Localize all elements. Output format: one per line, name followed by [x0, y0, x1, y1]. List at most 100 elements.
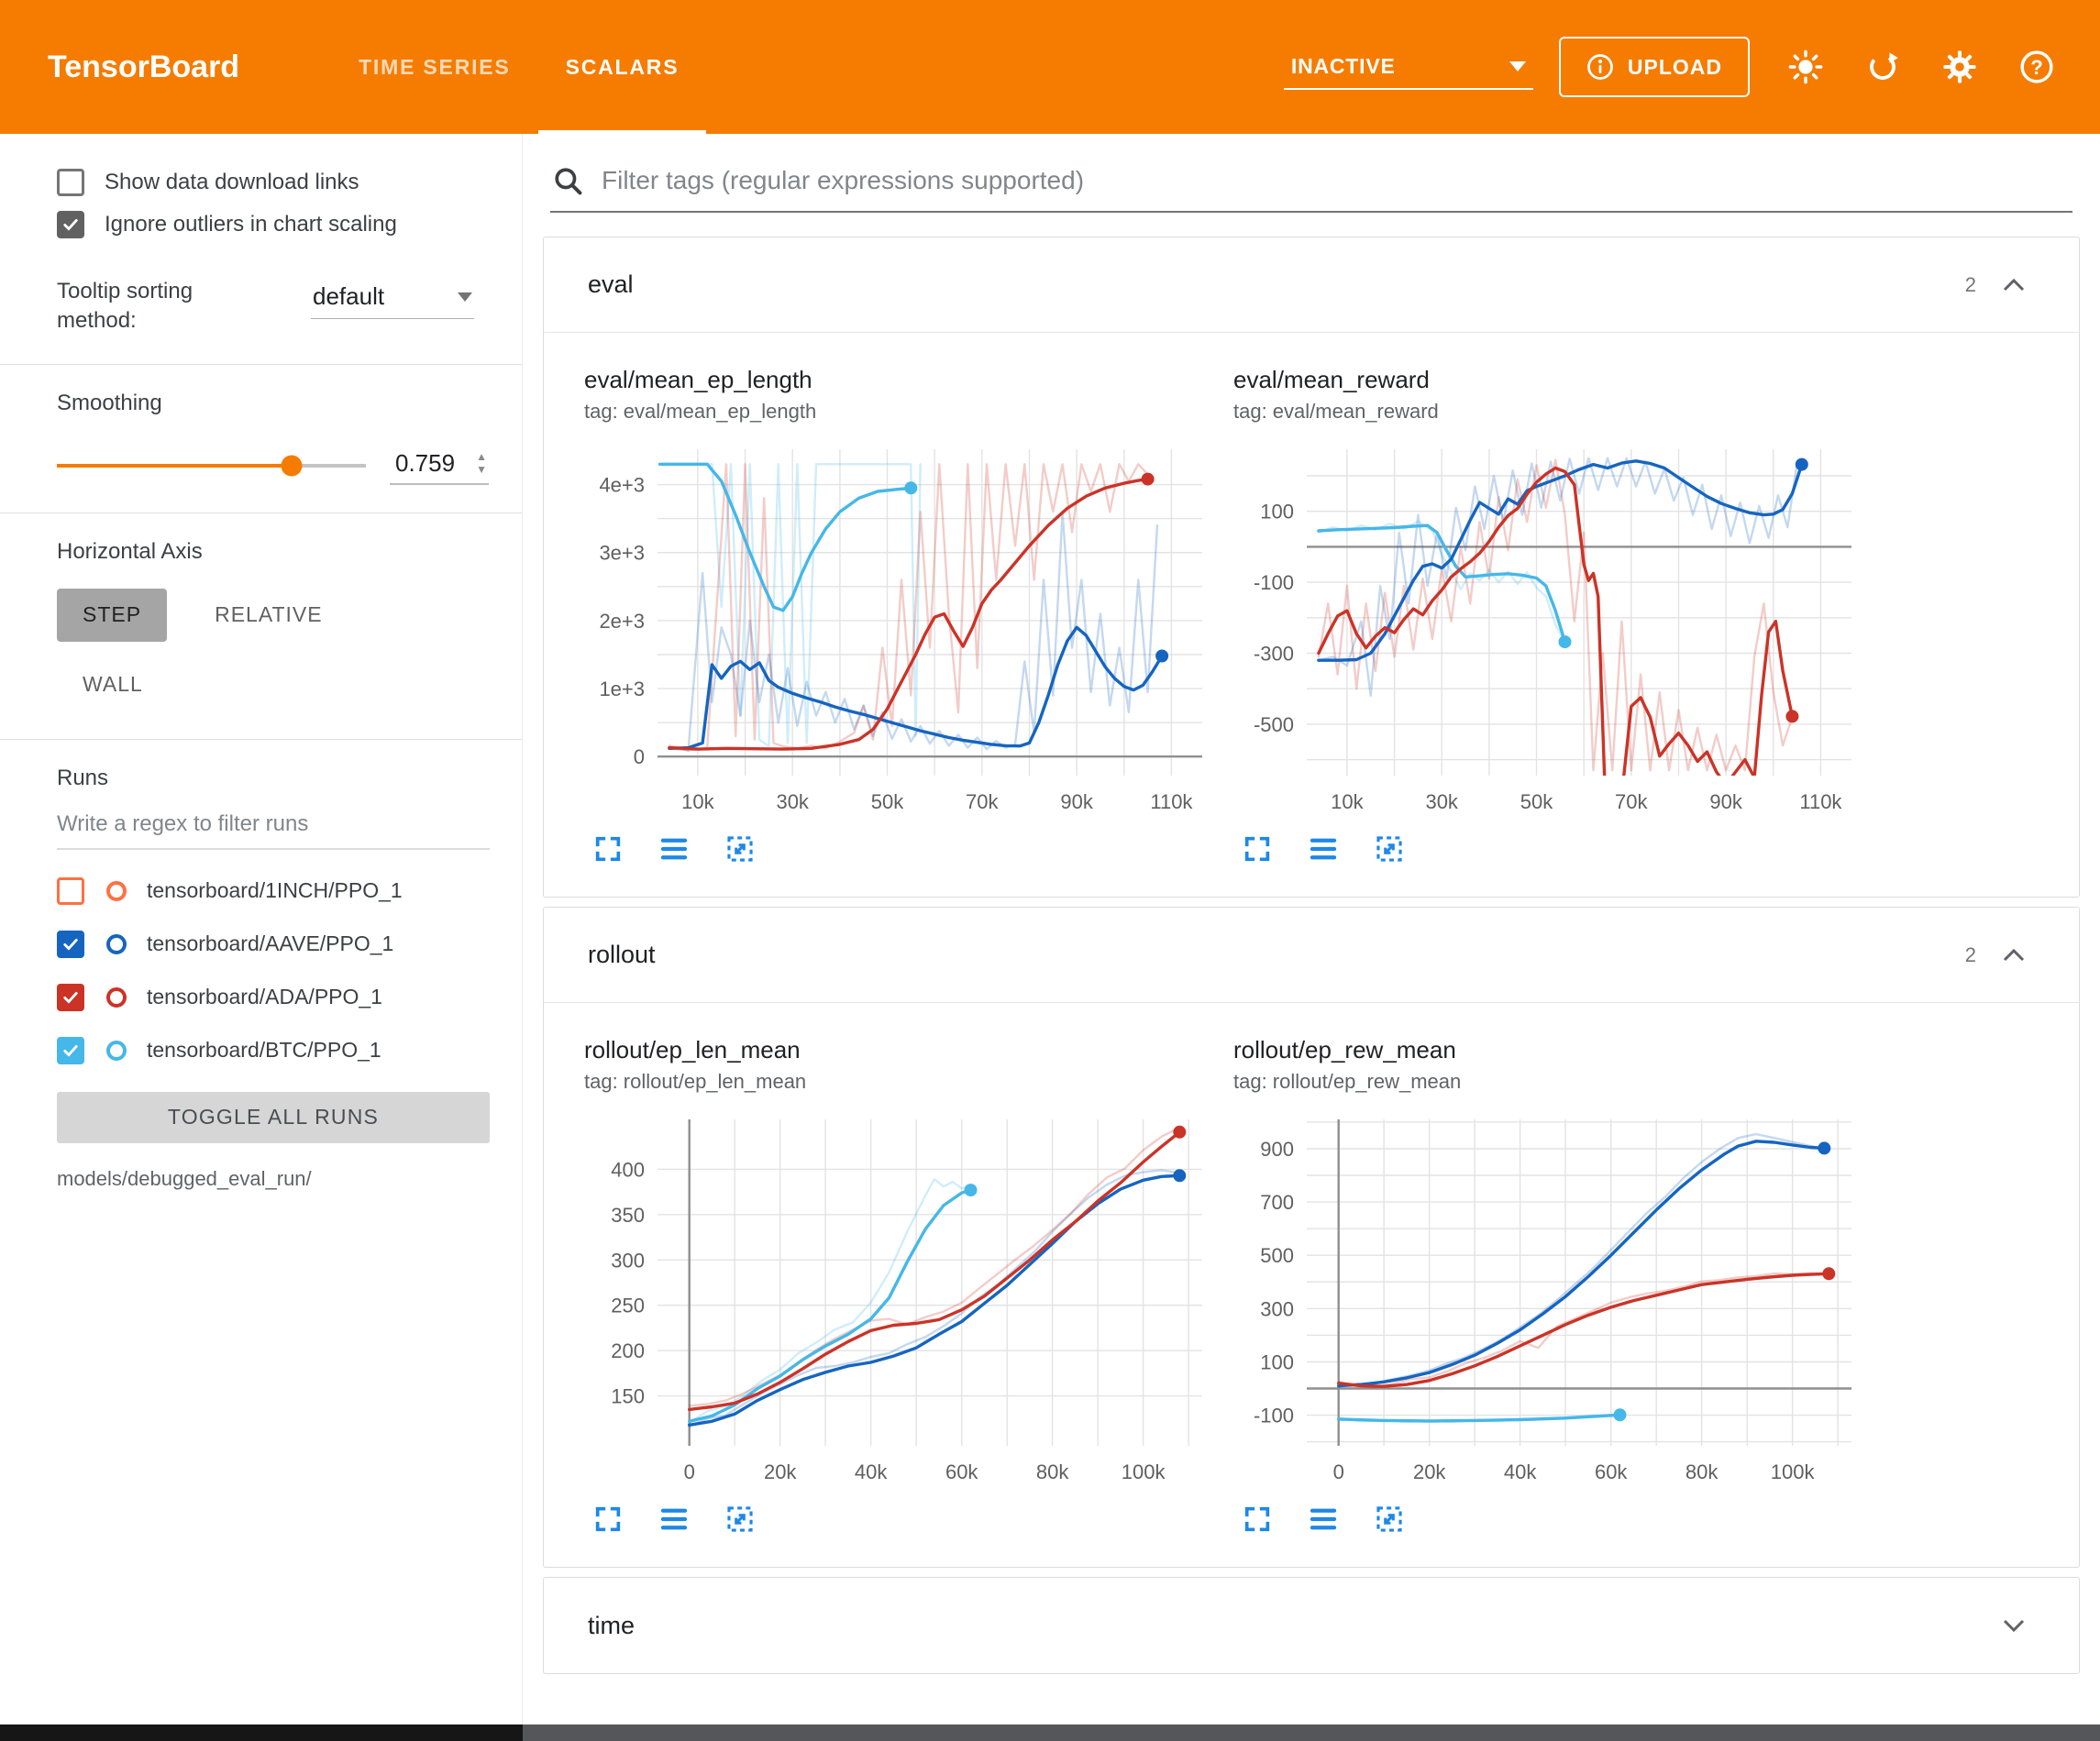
caret-down-icon [458, 292, 472, 302]
svg-text:0: 0 [634, 745, 645, 768]
run-label: tensorboard/BTC/PPO_1 [147, 1038, 381, 1063]
chart-tag: tag: rollout/ep_len_mean [584, 1070, 1217, 1094]
divider [0, 739, 522, 740]
stepper-down-icon[interactable]: ▼ [476, 464, 487, 475]
svg-text:80k: 80k [1036, 1460, 1069, 1483]
expand-chart-icon[interactable] [591, 1503, 624, 1536]
check-icon [61, 988, 80, 1007]
header-icons: ? [1786, 48, 2100, 86]
chart-eval-mean-reward[interactable]: 10k30k50k70k90k110k100-100-300-500 [1233, 436, 1866, 821]
section-header-eval[interactable]: eval 2 [544, 237, 2079, 333]
svg-text:1e+3: 1e+3 [599, 678, 645, 700]
section-card-time: time [543, 1577, 2080, 1674]
svg-text:0: 0 [684, 1460, 695, 1483]
tag-filter [550, 165, 2072, 213]
chart-title: rollout/ep_rew_mean [1233, 1036, 1866, 1064]
expand-chart-icon[interactable] [1241, 832, 1274, 865]
refresh-icon[interactable] [1863, 48, 1902, 86]
check-icon [61, 1041, 80, 1060]
fit-domain-icon[interactable] [1373, 832, 1406, 865]
toggle-all-runs-button[interactable]: TOGGLE ALL RUNS [57, 1092, 490, 1143]
run-color-indicator [106, 881, 127, 901]
checkbox-box[interactable] [57, 169, 84, 196]
svg-text:70k: 70k [966, 790, 999, 813]
search-icon [552, 165, 583, 196]
stepper-up-icon[interactable]: ▲ [476, 451, 487, 462]
section-header-time[interactable]: time [544, 1578, 2079, 1673]
show-download-links-checkbox[interactable]: Show data download links [57, 169, 489, 196]
svg-text:?: ? [2030, 56, 2043, 79]
data-table-icon[interactable] [1307, 1503, 1340, 1536]
chart-eval-mean-ep-length[interactable]: 10k30k50k70k90k110k01e+32e+33e+34e+3 [584, 436, 1217, 821]
chart-title: eval/mean_reward [1233, 366, 1866, 394]
smoothing-slider[interactable] [57, 455, 366, 477]
chart-block-eval-mean-reward: eval/mean_reward tag: eval/mean_reward 1… [1233, 366, 1866, 865]
data-table-icon[interactable] [658, 832, 691, 865]
tooltip-sorting-dropdown[interactable]: default [311, 277, 474, 319]
run-row-ada[interactable]: tensorboard/ADA/PPO_1 [57, 971, 489, 1024]
horizontal-axis-label: Horizontal Axis [57, 539, 489, 565]
help-icon[interactable]: ? [2017, 48, 2056, 86]
chevron-up-icon[interactable] [2002, 278, 2026, 292]
run-label: tensorboard/1INCH/PPO_1 [147, 878, 403, 903]
svg-text:200: 200 [611, 1339, 645, 1362]
run-row-1inch[interactable]: tensorboard/1INCH/PPO_1 [57, 865, 489, 918]
run-row-btc[interactable]: tensorboard/BTC/PPO_1 [57, 1024, 489, 1077]
svg-text:50k: 50k [1520, 790, 1553, 813]
smoothing-value: 0.759 [395, 449, 455, 478]
data-table-icon[interactable] [658, 1503, 691, 1536]
svg-text:2e+3: 2e+3 [599, 610, 645, 633]
runs-filter-input[interactable] [57, 804, 490, 850]
run-row-aave[interactable]: tensorboard/AAVE/PPO_1 [57, 918, 489, 971]
svg-text:40k: 40k [1504, 1460, 1537, 1483]
svg-text:100: 100 [1260, 501, 1294, 523]
ignore-outliers-checkbox[interactable]: Ignore outliers in chart scaling [57, 211, 489, 238]
chart-title: rollout/ep_len_mean [584, 1036, 1217, 1064]
chevron-down-icon[interactable] [2002, 1618, 2026, 1633]
svg-text:20k: 20k [764, 1460, 797, 1483]
svg-text:500: 500 [1260, 1244, 1294, 1267]
svg-text:10k: 10k [1331, 790, 1364, 813]
chart-rollout-ep-len-mean[interactable]: 020k40k60k80k100k150200250300350400 [584, 1107, 1217, 1492]
data-table-icon[interactable] [1307, 832, 1340, 865]
fit-domain-icon[interactable] [724, 1503, 757, 1536]
tab-time-series[interactable]: TIME SERIES [331, 0, 538, 134]
axis-wall-button[interactable]: WALL [57, 658, 169, 711]
run-checkbox[interactable] [57, 1037, 84, 1064]
checkbox-box[interactable] [57, 211, 84, 238]
fit-domain-icon[interactable] [1373, 1503, 1406, 1536]
run-checkbox[interactable] [57, 931, 84, 958]
chevron-up-icon[interactable] [2002, 948, 2026, 963]
run-checkbox[interactable] [57, 984, 84, 1011]
stepper-arrows[interactable]: ▲▼ [476, 451, 487, 475]
chart-toolbar [1233, 1503, 1866, 1536]
smoothing-value-input[interactable]: 0.759 ▲▼ [390, 447, 489, 485]
upload-button[interactable]: UPLOAD [1559, 37, 1750, 97]
chart-rollout-ep-rew-mean[interactable]: 020k40k60k80k100k-100100300500700900 [1233, 1107, 1866, 1492]
caret-down-icon [1509, 61, 1526, 72]
upload-button-label: UPLOAD [1628, 55, 1722, 80]
svg-text:110k: 110k [1150, 790, 1193, 813]
brightness-icon[interactable] [1786, 48, 1825, 86]
tag-filter-input[interactable] [602, 166, 2071, 195]
axis-relative-button[interactable]: RELATIVE [189, 589, 348, 642]
expand-chart-icon[interactable] [591, 832, 624, 865]
run-checkbox[interactable] [57, 877, 84, 905]
check-icon [61, 935, 80, 953]
svg-text:-100: -100 [1254, 571, 1294, 594]
chart-tag: tag: eval/mean_ep_length [584, 400, 1217, 424]
bottom-strip-left [0, 1724, 523, 1741]
section-title: eval [588, 270, 634, 299]
axis-step-button[interactable]: STEP [57, 589, 167, 642]
status-dropdown[interactable]: INACTIVE [1284, 45, 1533, 90]
section-header-rollout[interactable]: rollout 2 [544, 908, 2079, 1003]
divider [0, 364, 522, 365]
settings-icon[interactable] [1940, 48, 1979, 86]
slider-fill [57, 464, 292, 468]
runs-footer: models/debugged_eval_run/ [57, 1167, 489, 1191]
svg-text:100k: 100k [1771, 1460, 1816, 1483]
slider-thumb[interactable] [281, 456, 302, 477]
tab-scalars[interactable]: SCALARS [538, 0, 707, 134]
fit-domain-icon[interactable] [724, 832, 757, 865]
expand-chart-icon[interactable] [1241, 1503, 1274, 1536]
